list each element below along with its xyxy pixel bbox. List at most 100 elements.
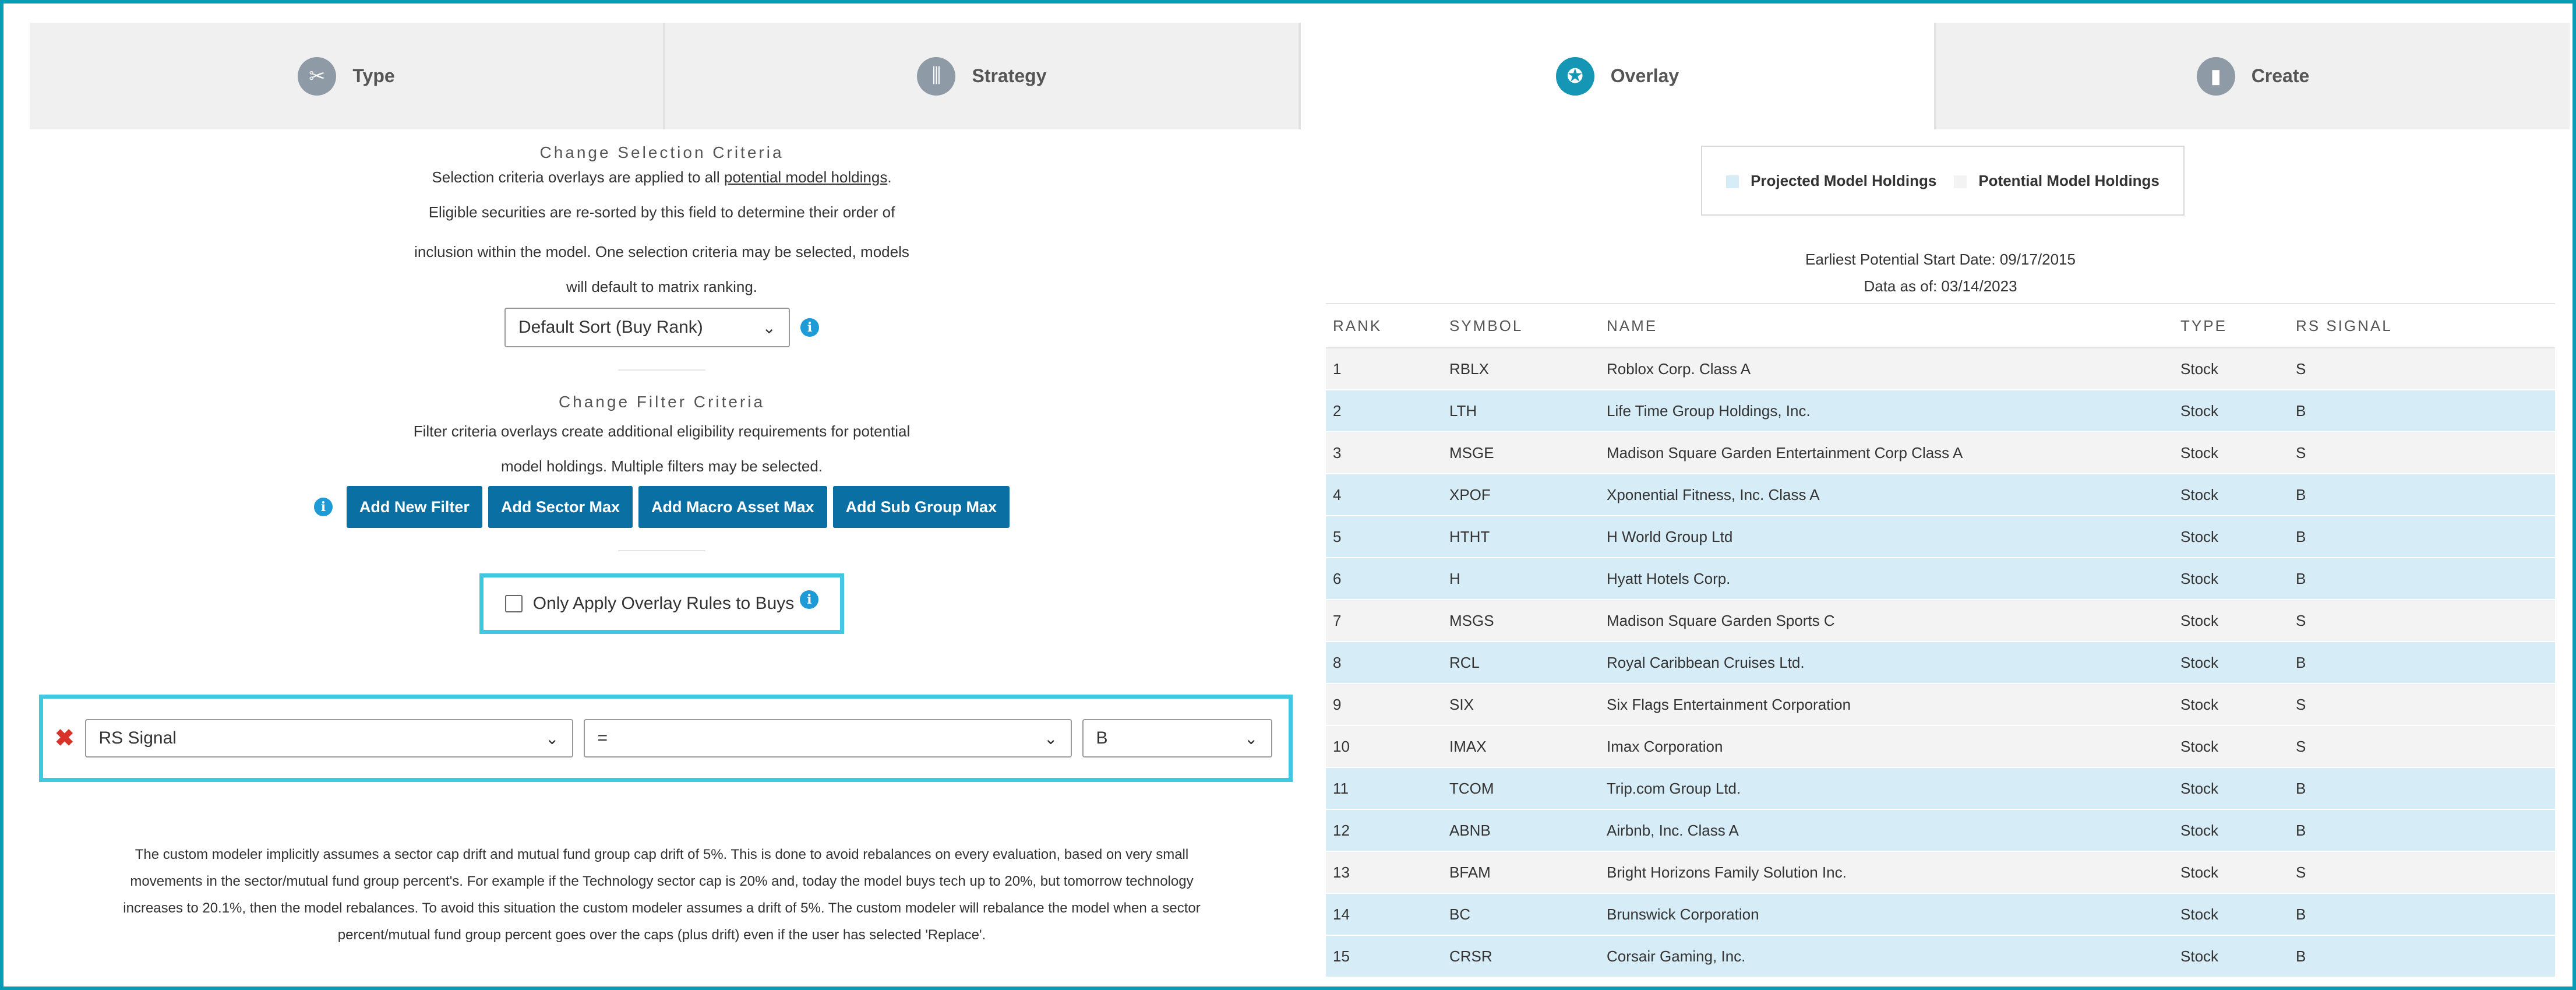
cell-type: Stock [2173, 684, 2289, 726]
info-icon[interactable]: i [800, 318, 819, 337]
tab-strategy[interactable]: ⫼ Strategy [665, 23, 1301, 129]
add-sector-max-button[interactable]: Add Sector Max [488, 486, 633, 528]
cell-name: Corsair Gaming, Inc. [1600, 935, 2173, 978]
cell-symbol: CRSR [1442, 935, 1600, 978]
selection-description-line2: Eligible securities are re-sorted by thi… [428, 203, 895, 221]
remove-rule-icon[interactable]: ✖ [55, 725, 75, 752]
cell-type: Stock [2173, 935, 2289, 978]
tab-bar: ✂ Type ⫼ Strategy ✪ Overlay ▮ Create [30, 23, 2570, 129]
cell-rs-signal: B [2289, 558, 2555, 600]
tab-create[interactable]: ▮ Create [1936, 23, 2570, 129]
potential-holdings-link[interactable]: potential model holdings [724, 168, 887, 186]
rule-field-select[interactable]: RS Signal ⌄ [84, 719, 573, 758]
rule-value-select[interactable]: B ⌄ [1082, 719, 1272, 758]
app-frame: ✂ Type ⫼ Strategy ✪ Overlay ▮ Create Cha… [0, 0, 2576, 990]
cell-name: Roblox Corp. Class A [1600, 348, 2173, 390]
cell-name: Hyatt Hotels Corp. [1600, 558, 2173, 600]
cell-rs-signal: B [2289, 474, 2555, 516]
cell-type: Stock [2173, 558, 2289, 600]
holdings-legend: Projected Model Holdings Potential Model… [1701, 146, 2185, 216]
cell-symbol: TCOM [1442, 767, 1600, 810]
info-icon[interactable]: i [800, 590, 819, 609]
section-divider [618, 550, 705, 551]
header-rs-signal[interactable]: RS SIGNAL [2289, 303, 2555, 348]
cell-rs-signal: B [2289, 516, 2555, 558]
projected-swatch [1726, 175, 1739, 188]
potential-swatch [1954, 175, 1967, 188]
cell-rs-signal: B [2289, 390, 2555, 432]
chevron-down-icon: ⌄ [1044, 729, 1058, 748]
cell-symbol: BC [1442, 893, 1600, 936]
cell-type: Stock [2173, 851, 2289, 894]
cell-rs-signal: B [2289, 935, 2555, 978]
sort-select-row: Default Sort (Buy Rank) ⌄ i [30, 308, 1294, 347]
table-row: 9 SIX Six Flags Entertainment Corporation S… [1326, 684, 2555, 726]
cell-rs-signal: S [2289, 432, 2555, 474]
cell-rank: 3 [1326, 432, 1442, 474]
selection-description-line1: Selection criteria overlays are applied … [30, 162, 1294, 192]
table-row: 6 H Hyatt Hotels Corp. Stock B [1326, 558, 2555, 600]
cell-rs-signal: B [2289, 767, 2555, 810]
cell-type: Stock [2173, 390, 2289, 432]
overlay-icon: ✪ [1555, 57, 1594, 96]
overlay-buys-checkbox[interactable] [504, 595, 523, 612]
tab-type-label: Type [352, 65, 395, 86]
cell-rank: 2 [1326, 390, 1442, 432]
header-rank[interactable]: RANK [1326, 303, 1442, 348]
drift-note-line2: movements in the sector/mutual fund grou… [130, 873, 1194, 889]
header-symbol[interactable]: SYMBOL [1442, 303, 1600, 348]
tab-overlay[interactable]: ✪ Overlay [1301, 23, 1936, 129]
cell-symbol: MSGE [1442, 432, 1600, 474]
cell-symbol: MSGS [1442, 600, 1600, 642]
add-sub-group-max-button[interactable]: Add Sub Group Max [832, 486, 1010, 528]
table-row: 8 RCL Royal Caribbean Cruises Ltd. Stock B [1326, 642, 2555, 684]
cell-symbol: IMAX [1442, 725, 1600, 768]
info-icon[interactable]: i [313, 498, 333, 516]
cell-name: Trip.com Group Ltd. [1600, 767, 2173, 810]
header-type[interactable]: TYPE [2173, 303, 2289, 348]
table-row: 2 LTH Life Time Group Holdings, Inc. Stock B [1326, 390, 2555, 432]
cell-rs-signal: S [2289, 851, 2555, 894]
cell-type: Stock [2173, 725, 2289, 768]
table-row: 15 CRSR Corsair Gaming, Inc. Stock B [1326, 935, 2555, 978]
cell-rs-signal: B [2289, 642, 2555, 684]
criteria-panel: Change Selection Criteria Selection crit… [30, 129, 1294, 980]
cell-symbol: XPOF [1442, 474, 1600, 516]
table-row: 12 ABNB Airbnb, Inc. Class A Stock B [1326, 809, 2555, 852]
holdings-table-body: 1 RBLX Roblox Corp. Class A Stock S 2 LTH Life … [1326, 348, 2555, 978]
tab-create-label: Create [2251, 65, 2310, 86]
cell-rank: 4 [1326, 474, 1442, 516]
table-header-row: RANK SYMBOL NAME TYPE RS SIGNAL [1326, 303, 2555, 348]
selection-line1-text: Selection criteria overlays are applied … [432, 168, 724, 186]
cell-type: Stock [2173, 642, 2289, 684]
cell-rs-signal: S [2289, 600, 2555, 642]
cell-name: Airbnb, Inc. Class A [1600, 809, 2173, 852]
cell-symbol: LTH [1442, 390, 1600, 432]
cell-name: Royal Caribbean Cruises Ltd. [1600, 642, 2173, 684]
cell-rs-signal: S [2289, 348, 2555, 390]
add-macro-asset-max-button[interactable]: Add Macro Asset Max [638, 486, 827, 528]
cell-name: Brunswick Corporation [1600, 893, 2173, 936]
legend-projected-label: Projected Model Holdings [1751, 171, 1937, 189]
rule-operator-select[interactable]: = ⌄ [583, 719, 1072, 758]
cell-name: Xponential Fitness, Inc. Class A [1600, 474, 2173, 516]
selection-description-line4: will default to matrix ranking. [566, 278, 758, 295]
cell-symbol: RBLX [1442, 348, 1600, 390]
cell-name: H World Group Ltd [1600, 516, 2173, 558]
table-row: 7 MSGS Madison Square Garden Sports C Stock… [1326, 600, 2555, 642]
tab-type[interactable]: ✂ Type [30, 23, 665, 129]
overlay-rule-row: ✖ RS Signal ⌄ = ⌄ B ⌄ [39, 695, 1293, 782]
add-new-filter-button[interactable]: Add New Filter [346, 486, 482, 528]
cell-rank: 9 [1326, 684, 1442, 726]
cell-type: Stock [2173, 809, 2289, 852]
cell-type: Stock [2173, 893, 2289, 936]
drift-note-line3: increases to 20.1%, then the model rebal… [123, 900, 1201, 916]
drift-note: The custom modeler implicitly assumes a … [53, 841, 1271, 949]
header-name[interactable]: NAME [1600, 303, 2173, 348]
cell-name: Madison Square Garden Entertainment Corp… [1600, 432, 2173, 474]
data-as-of: Data as of: 03/14/2023 [1864, 277, 2017, 295]
drift-note-line4: percent/mutual fund group percent goes o… [337, 927, 986, 943]
table-row: 11 TCOM Trip.com Group Ltd. Stock B [1326, 767, 2555, 810]
cell-type: Stock [2173, 432, 2289, 474]
sort-select[interactable]: Default Sort (Buy Rank) ⌄ [504, 308, 790, 347]
